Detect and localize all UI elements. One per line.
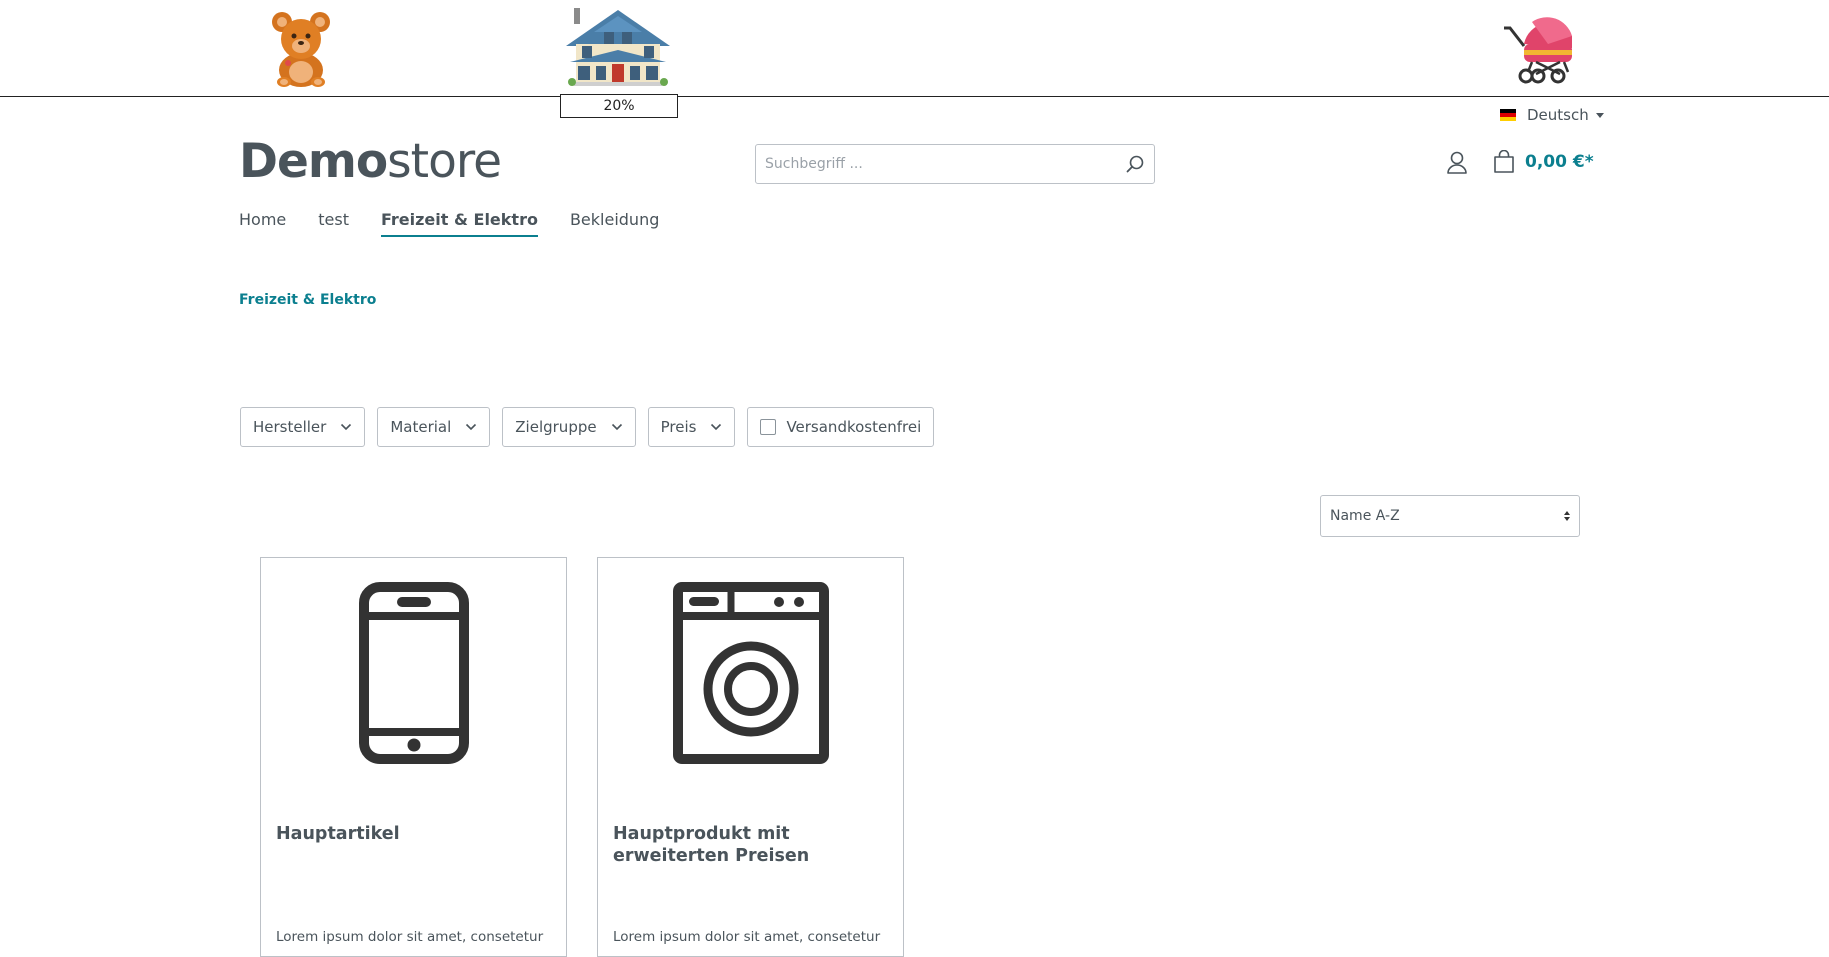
product-card[interactable]: Hauptprodukt mit erweiterten Preisen Lor… [597, 557, 904, 957]
store-logo[interactable]: Demostore [239, 134, 502, 189]
german-flag-icon [1500, 109, 1516, 121]
product-image[interactable] [598, 582, 903, 768]
search-icon [1126, 155, 1144, 173]
product-description: Lorem ipsum dolor sit amet, consetetur [613, 929, 881, 945]
filter-label: Material [390, 418, 452, 436]
house-icon [566, 8, 670, 86]
search-button[interactable] [1116, 145, 1154, 183]
chevron-down-icon [341, 423, 352, 431]
filter-target-group[interactable]: Zielgruppe [502, 407, 636, 447]
shopping-bag-icon [1494, 150, 1514, 173]
product-title[interactable]: Hauptprodukt mit erweiterten Preisen [613, 823, 888, 867]
product-image[interactable] [261, 582, 566, 768]
smartphone-icon [358, 582, 469, 764]
nav-item-bekleidung[interactable]: Bekleidung [570, 210, 659, 237]
product-description: Lorem ipsum dolor sit amet, consetetur [276, 929, 544, 945]
sort-selected-value: Name A-Z [1330, 508, 1400, 524]
stroller-icon [1504, 17, 1572, 84]
logo-light-text: store [387, 134, 502, 189]
language-label: Deutsch [1527, 106, 1589, 124]
select-arrows-icon [1564, 511, 1570, 521]
filter-price[interactable]: Preis [647, 407, 736, 447]
free-shipping-checkbox[interactable] [760, 419, 777, 435]
account-button[interactable] [1446, 151, 1468, 179]
product-title[interactable]: Hauptartikel [276, 823, 551, 845]
breadcrumb[interactable]: Freizeit & Elektro [239, 292, 376, 308]
search-box [755, 144, 1155, 184]
caret-down-icon [1595, 112, 1604, 118]
nav-item-home[interactable]: Home [239, 210, 286, 237]
cart-total: 0,00 €* [1525, 152, 1594, 172]
nav-item-freizeit-elektro[interactable]: Freizeit & Elektro [380, 210, 538, 237]
user-icon [1447, 151, 1467, 174]
filter-manufacturer[interactable]: Hersteller [240, 407, 366, 447]
teddy-bear-icon [272, 12, 330, 87]
filter-label: Hersteller [253, 418, 327, 436]
sort-select[interactable]: Name A-Z [1320, 495, 1580, 537]
nav-item-test[interactable]: test [318, 210, 349, 237]
progress-badge: 20% [560, 94, 678, 118]
main-navigation: Home test Freizeit & Elektro Bekleidung [239, 210, 691, 237]
filter-label: Preis [660, 418, 697, 436]
filter-panel: Hersteller Material Zielgruppe Preis Ver… [240, 407, 946, 447]
chevron-down-icon [466, 423, 477, 431]
filter-label: Zielgruppe [515, 418, 597, 436]
filter-free-shipping[interactable]: Versandkostenfrei [747, 407, 935, 447]
chevron-down-icon [711, 423, 722, 431]
filter-label: Versandkostenfrei [786, 418, 922, 436]
cart-button[interactable]: 0,00 €* [1493, 150, 1594, 174]
filter-material[interactable]: Material [377, 407, 491, 447]
top-banner [0, 0, 1829, 97]
product-card[interactable]: Hauptartikel Lorem ipsum dolor sit amet,… [260, 557, 567, 957]
chevron-down-icon [611, 423, 622, 431]
search-input[interactable] [756, 146, 1116, 182]
logo-bold-text: Demo [239, 134, 388, 189]
language-switcher[interactable]: Deutsch [1500, 106, 1604, 124]
washing-machine-icon [672, 582, 829, 764]
